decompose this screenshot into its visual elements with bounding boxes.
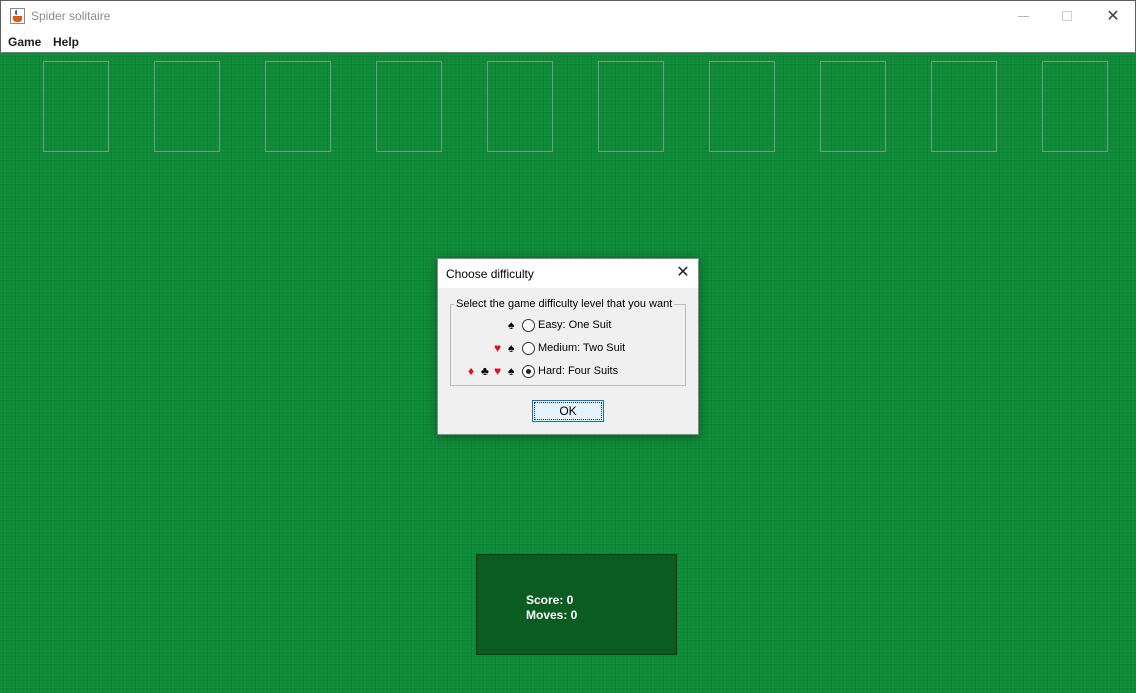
moves-text: Moves: 0 — [526, 608, 578, 622]
difficulty-group-label: Select the game difficulty level that yo… — [454, 298, 675, 310]
pile-slot[interactable] — [43, 61, 109, 152]
pile-slot[interactable] — [598, 61, 664, 152]
maximize-button[interactable] — [1044, 1, 1090, 32]
score-panel: Score: 0 Moves: 0 — [476, 554, 677, 655]
heart-icon: ♥ — [494, 364, 502, 378]
menu-help[interactable]: Help — [53, 35, 79, 49]
radio-hard[interactable] — [522, 365, 535, 378]
dialog-title: Choose difficulty — [446, 267, 534, 281]
option-medium[interactable]: ♥ ♠ Medium: Two Suit — [438, 341, 698, 357]
radio-easy[interactable] — [522, 319, 535, 332]
pile-slot[interactable] — [376, 61, 442, 152]
menu-game[interactable]: Game — [8, 35, 41, 49]
option-easy[interactable]: ♠ Easy: One Suit — [438, 318, 698, 334]
pile-slot[interactable] — [265, 61, 331, 152]
difficulty-dialog: Choose difficulty ✕ Select the game diff… — [437, 258, 699, 435]
radio-medium[interactable] — [522, 342, 535, 355]
spade-icon: ♠ — [508, 364, 515, 378]
spade-icon: ♠ — [508, 341, 515, 355]
close-button[interactable]: ✕ — [1090, 1, 1136, 32]
option-medium-label[interactable]: Medium: Two Suit — [538, 342, 625, 354]
pile-slot[interactable] — [487, 61, 553, 152]
heart-icon: ♥ — [494, 341, 502, 355]
window-titlebar: Spider solitaire ✕ — [0, 0, 1136, 31]
pile-slot[interactable] — [820, 61, 886, 152]
pile-slot[interactable] — [709, 61, 775, 152]
pile-slot[interactable] — [1042, 61, 1108, 152]
dialog-close-button[interactable]: ✕ — [673, 262, 693, 284]
club-icon: ♣ — [481, 364, 489, 378]
minimize-icon — [1018, 16, 1029, 17]
spade-icon: ♠ — [508, 318, 515, 332]
maximize-icon — [1062, 11, 1072, 21]
score-text: Score: 0 — [526, 593, 574, 607]
java-app-icon — [10, 8, 25, 24]
close-icon: ✕ — [1106, 8, 1120, 25]
pile-slot[interactable] — [154, 61, 220, 152]
option-easy-label[interactable]: Easy: One Suit — [538, 319, 611, 331]
pile-slot[interactable] — [931, 61, 997, 152]
option-hard[interactable]: ♦ ♣ ♥ ♠ Hard: Four Suits — [438, 364, 698, 380]
diamond-icon: ♦ — [468, 364, 475, 378]
ok-button[interactable]: OK — [532, 400, 604, 422]
minimize-button[interactable] — [1000, 1, 1046, 32]
option-hard-label[interactable]: Hard: Four Suits — [538, 365, 618, 377]
window-title: Spider solitaire — [31, 9, 111, 23]
menubar: Game Help — [0, 31, 1136, 52]
dialog-titlebar: Choose difficulty ✕ — [438, 259, 698, 288]
